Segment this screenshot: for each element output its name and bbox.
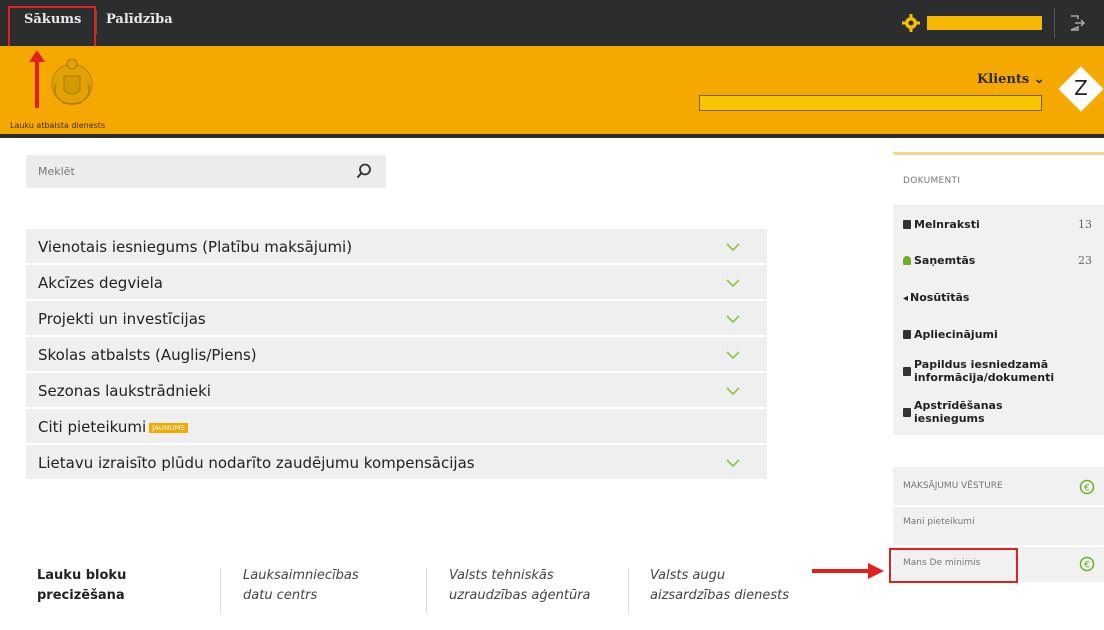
document-icon [903, 407, 911, 417]
accordion-item-single-application[interactable]: Vienotais iesniegums (Platību maksājumi) [26, 229, 767, 265]
doc-certificates[interactable]: Apliecinājumi [903, 328, 998, 341]
document-icon [903, 330, 911, 339]
doc-sent[interactable]: ◂ Nosūtītās [903, 291, 969, 305]
chevron-down-icon[interactable] [726, 242, 740, 252]
document-icon [903, 366, 911, 376]
link-separator [426, 568, 427, 614]
link-separator [220, 568, 221, 614]
svg-text:€: € [1084, 484, 1090, 494]
link-line: datu centrs [243, 588, 318, 603]
accordion-label: Projekti un investīcijas [38, 310, 206, 328]
my-applications-link[interactable]: Mani pieteikumi [903, 517, 975, 527]
chevron-down-icon[interactable] [726, 386, 740, 396]
link-technical-supervision[interactable]: Valsts tehniskās uzraudzības aģentūra [449, 566, 591, 606]
doc-label: Nosūtītās [910, 291, 970, 304]
client-name-field[interactable] [699, 95, 1042, 111]
coat-of-arms-logo[interactable] [48, 54, 96, 108]
link-line: aizsardzības dienests [650, 588, 790, 603]
doc-appeal[interactable]: Apstrīdēšanas iesniegums [903, 399, 1003, 425]
de-minimis-highlight-box [889, 548, 1018, 583]
accordion-label: Lietavu izraisīto plūdu nodarīto zaudēju… [38, 454, 475, 472]
gear-icon[interactable] [901, 13, 921, 33]
nav-divider [96, 10, 97, 34]
link-line: Lauku bloku [37, 568, 127, 583]
documents-title: DOKUMENTI [903, 176, 961, 186]
accordion-item-excise-fuel[interactable]: Akcīzes degviela [26, 265, 767, 301]
chevron-down-icon[interactable] [726, 278, 740, 288]
panel-divider [893, 505, 1104, 507]
send-icon: ◂ [903, 293, 909, 304]
top-navigation-bar: Sākums Palīdzība [0, 0, 1104, 46]
client-dropdown[interactable]: Klients ⌄ [977, 72, 1045, 87]
drafts-count: 13 [1078, 218, 1092, 231]
home-highlight-box [8, 6, 96, 50]
z-letter: Z [1074, 76, 1088, 100]
link-agri-data-centre[interactable]: Lauksaimniecības datu centrs [243, 566, 359, 606]
doc-label: Apstrīdēšanas [914, 399, 1003, 412]
accordion-label: Citi pieteikumi JAUNUMS [38, 418, 188, 436]
accordion-item-projects[interactable]: Projekti un investīcijas [26, 301, 767, 337]
doc-label: Saņemtās [914, 254, 976, 267]
application-accordion: Vienotais iesniegums (Platību maksājumi)… [26, 229, 767, 481]
euro-icon[interactable]: € [1079, 479, 1095, 495]
user-name-field[interactable] [927, 16, 1042, 30]
link-line: uzraudzības aģentūra [449, 588, 591, 603]
link-line: precizēšana [37, 588, 125, 603]
chevron-down-icon[interactable] [726, 314, 740, 324]
chevron-down-icon[interactable] [726, 350, 740, 360]
nav-help[interactable]: Palīdzība [106, 12, 173, 27]
documents-panel: DOKUMENTI Melnraksti 13 Saņemtās 23 ◂ Nos… [893, 155, 1104, 435]
link-plant-protection[interactable]: Valsts augu aizsardzības dienests [650, 566, 789, 606]
documents-header: DOKUMENTI [893, 155, 1104, 207]
svg-text:€: € [1084, 561, 1090, 571]
logout-icon[interactable] [1068, 14, 1086, 32]
link-line: Valsts augu [650, 568, 726, 583]
doc-label: iesniegums [914, 412, 985, 425]
accordion-label: Akcīzes degviela [38, 274, 163, 292]
accordion-item-seasonal-workers[interactable]: Sezonas laukstrādnieki [26, 373, 767, 409]
link-line: Valsts tehniskās [449, 568, 554, 583]
accordion-item-other-applications[interactable]: Citi pieteikumi JAUNUMS [26, 409, 767, 445]
payment-history-title[interactable]: MAKSĀJUMU VĒSTURE [903, 481, 1003, 491]
site-header [0, 46, 1104, 134]
link-separator [628, 568, 629, 614]
accordion-label-text: Citi pieteikumi [38, 418, 147, 436]
panel-divider [893, 545, 1104, 547]
accordion-label: Vienotais iesniegums (Platību maksājumi) [38, 238, 353, 256]
accordion-item-flood-compensation[interactable]: Lietavu izraisīto plūdu nodarīto zaudēju… [26, 445, 767, 481]
new-badge: JAUNUMS [149, 423, 188, 433]
arrow-up-annotation [29, 50, 45, 108]
header-border [0, 134, 1104, 138]
z-badge-button[interactable]: Z [1058, 66, 1104, 112]
org-name: Lauku atbalsta dienests [10, 121, 106, 130]
search-icon[interactable] [356, 163, 372, 179]
link-line: Lauksaimniecības [243, 568, 359, 583]
received-count: 23 [1078, 254, 1092, 267]
doc-additional-info[interactable]: Papildus iesniedzamā informācija/dokumen… [903, 358, 1054, 384]
topbar-separator [1054, 8, 1055, 38]
document-icon [903, 220, 911, 229]
accordion-item-school-support[interactable]: Skolas atbalsts (Auglis/Piens) [26, 337, 767, 373]
link-field-blocks[interactable]: Lauku bloku precizēšana [37, 566, 126, 606]
external-links: Lauku bloku precizēšana Lauksaimniecības… [0, 560, 860, 620]
arrow-right-annotation [812, 563, 884, 579]
chevron-down-icon[interactable] [726, 458, 740, 468]
search-placeholder: Meklēt [38, 165, 75, 178]
inbox-icon [903, 256, 911, 265]
euro-icon[interactable]: € [1079, 556, 1095, 572]
doc-label: informācija/dokumenti [914, 371, 1055, 384]
search-box[interactable]: Meklēt [26, 155, 386, 188]
doc-received[interactable]: Saņemtās [903, 254, 975, 267]
accordion-label: Skolas atbalsts (Auglis/Piens) [38, 346, 257, 364]
accordion-label: Sezonas laukstrādnieki [38, 382, 211, 400]
doc-drafts[interactable]: Melnraksti [903, 218, 980, 231]
doc-label: Apliecinājumi [914, 328, 998, 341]
doc-label: Papildus iesniedzamā [914, 358, 1049, 371]
doc-label: Melnraksti [914, 218, 980, 231]
